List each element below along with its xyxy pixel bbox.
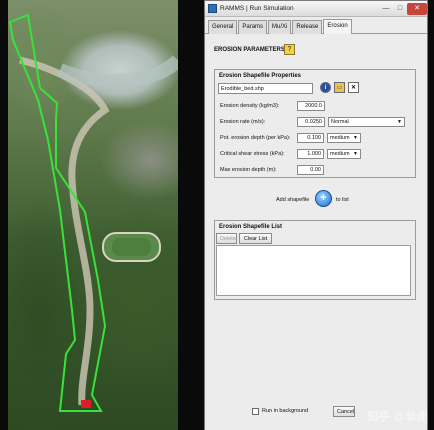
pot-erosion-depth-label: Pot. erosion depth (per kPa): bbox=[220, 135, 291, 141]
info-icon[interactable]: i bbox=[320, 82, 331, 93]
group-title: Erosion Shapefile Properties bbox=[219, 73, 302, 79]
erosion-density-label: Erosion density (kg/m3): bbox=[220, 103, 280, 109]
erosion-rate-label: Erosion rate (m/s): bbox=[220, 119, 266, 125]
pot-erosion-depth-select-value: medium bbox=[330, 135, 350, 141]
max-erosion-depth-input[interactable]: 0.00 bbox=[297, 165, 324, 175]
max-erosion-depth-label: Max erosion depth (m): bbox=[220, 167, 277, 173]
critical-shear-stress-input[interactable]: 1.000 bbox=[297, 149, 324, 159]
release-area[interactable] bbox=[81, 400, 91, 408]
plus-icon[interactable]: + bbox=[315, 190, 332, 207]
add-shapefile-label: Add shapefile bbox=[276, 197, 310, 203]
tab-mu-xi[interactable]: Mu/Xi bbox=[268, 20, 292, 34]
erosion-rate-select-value: Normal bbox=[331, 119, 349, 125]
remove-icon[interactable]: ✕ bbox=[348, 82, 359, 93]
cancel-button[interactable]: Cancel bbox=[333, 406, 355, 417]
shapefile-name-field[interactable]: Erodible_bed.shp bbox=[218, 83, 313, 94]
minimize-icon[interactable]: — bbox=[379, 3, 393, 15]
stadium-field bbox=[112, 238, 151, 256]
erosion-density-input[interactable]: 2000.0 bbox=[297, 101, 325, 111]
app-icon bbox=[208, 4, 217, 13]
close-icon[interactable]: ✕ bbox=[407, 2, 427, 15]
section-title: EROSION PARAMETERS bbox=[214, 47, 285, 53]
window-title: RAMMS | Run Simulation bbox=[220, 5, 294, 12]
map-border-right bbox=[178, 0, 190, 430]
chevron-down-icon: ▼ bbox=[353, 151, 358, 157]
erosion-rate-select[interactable]: Normal ▼ bbox=[328, 117, 405, 127]
to-list-label: to list bbox=[336, 197, 349, 203]
question-icon[interactable]: ? bbox=[284, 44, 295, 55]
critical-shear-stress-select[interactable]: medium ▼ bbox=[327, 149, 361, 159]
open-folder-icon[interactable]: ▭ bbox=[334, 82, 345, 93]
run-in-background-label: Run in background bbox=[262, 408, 309, 414]
tab-release[interactable]: Release bbox=[292, 20, 323, 34]
tab-erosion[interactable]: Erosion bbox=[323, 19, 352, 34]
window-controls: — □ ✕ bbox=[379, 2, 427, 16]
run-simulation-window: RAMMS | Run Simulation — □ ✕ General Par… bbox=[204, 0, 428, 430]
watermark: 知乎 @非虎 bbox=[367, 411, 428, 423]
chevron-down-icon: ▼ bbox=[353, 135, 358, 141]
group-title: Erosion Shapefile List bbox=[219, 224, 283, 230]
run-in-background-checkbox[interactable] bbox=[252, 408, 259, 415]
river-main bbox=[57, 54, 184, 88]
chevron-down-icon: ▼ bbox=[397, 119, 402, 125]
critical-shear-stress-select-value: medium bbox=[330, 151, 350, 157]
erosion-tab-content: EROSION PARAMETERS ? Erosion Shapefile P… bbox=[205, 35, 427, 430]
pot-erosion-depth-select[interactable]: medium ▼ bbox=[327, 133, 361, 143]
satellite-map bbox=[0, 0, 190, 430]
tab-params[interactable]: Params bbox=[238, 20, 268, 34]
clear-list-button[interactable]: Clear List bbox=[239, 233, 272, 244]
erosion-rate-input[interactable]: 0.0250 bbox=[297, 117, 325, 127]
critical-shear-stress-label: Critical shear stress (kPa): bbox=[220, 151, 285, 157]
title-bar[interactable]: RAMMS | Run Simulation — □ ✕ bbox=[205, 1, 427, 17]
maximize-icon[interactable]: □ bbox=[393, 3, 407, 15]
map-border-left bbox=[0, 0, 8, 430]
tab-general[interactable]: General bbox=[208, 20, 238, 34]
pot-erosion-depth-input[interactable]: 0.100 bbox=[297, 133, 324, 143]
shapefile-list[interactable] bbox=[216, 245, 411, 296]
delete-button[interactable]: Delete bbox=[216, 233, 237, 244]
tab-bar: General Params Mu/Xi Release Erosion bbox=[205, 17, 427, 34]
map-overlay bbox=[8, 13, 184, 412]
